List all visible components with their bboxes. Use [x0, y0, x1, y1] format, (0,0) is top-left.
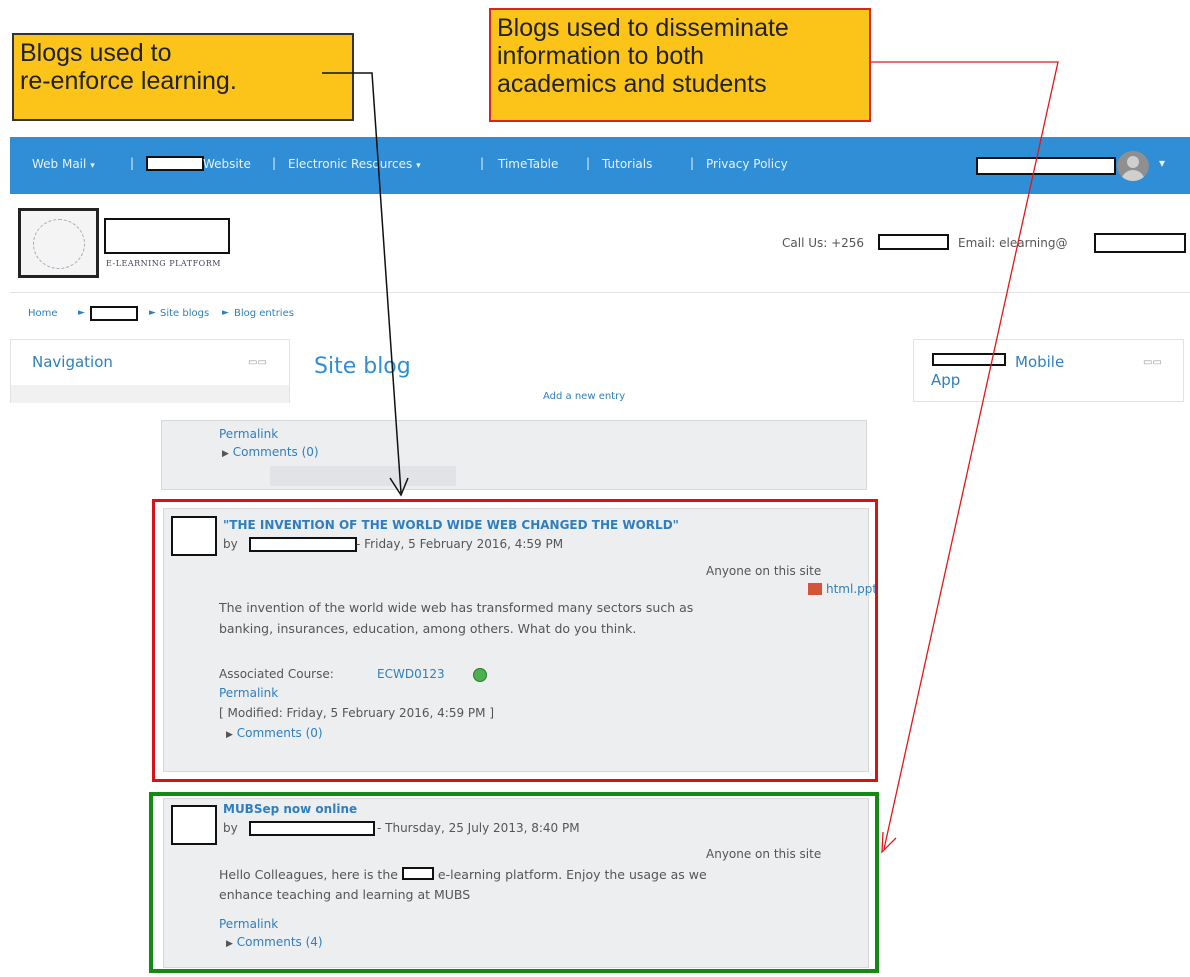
arrowhead-red — [881, 831, 897, 854]
arrow-black — [322, 72, 402, 494]
arrow-red — [869, 61, 1059, 850]
annotation-arrows — [322, 61, 1059, 854]
arrowhead-black — [389, 477, 409, 497]
